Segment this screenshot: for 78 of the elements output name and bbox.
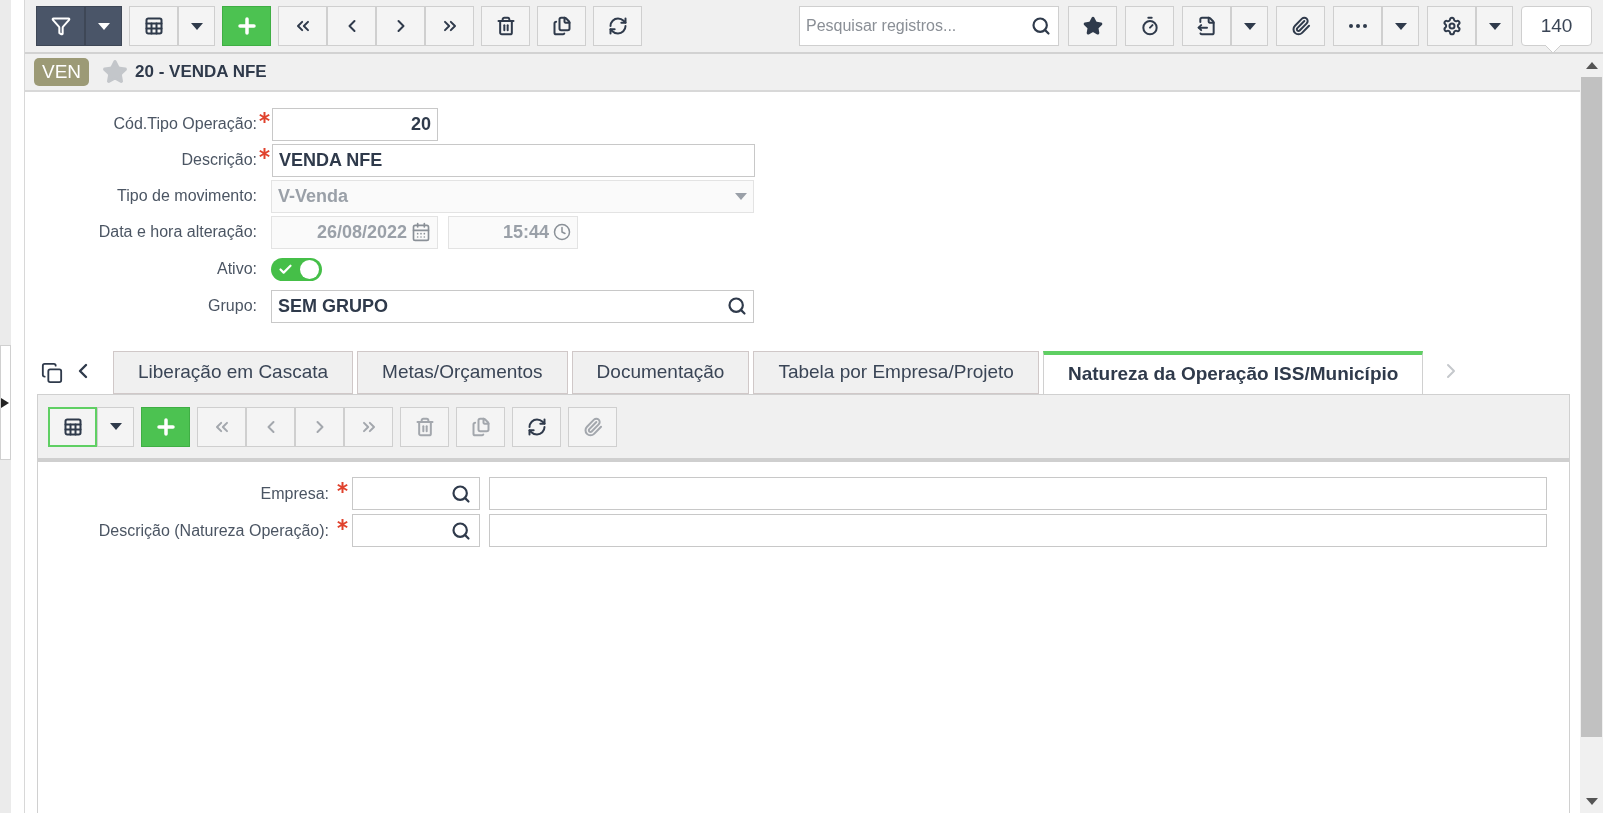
caret-icon xyxy=(109,423,122,430)
paperclip-icon xyxy=(582,416,603,437)
search-field[interactable]: Pesquisar registros... xyxy=(799,6,1059,46)
star-icon xyxy=(1082,16,1103,36)
filter-icon xyxy=(50,16,71,36)
search-icon xyxy=(727,296,747,316)
grid-icon xyxy=(143,16,164,36)
first-record-button[interactable] xyxy=(278,6,327,46)
refresh-button[interactable] xyxy=(512,406,561,447)
refresh-icon xyxy=(607,16,628,36)
active-toggle[interactable] xyxy=(271,257,322,281)
tab[interactable]: Tabela por Empresa/Projeto xyxy=(753,351,1039,394)
delete-button[interactable] xyxy=(481,6,530,46)
field-label: Tipo de movimento: xyxy=(117,186,257,206)
scroll-down-arrow-icon[interactable] xyxy=(1585,798,1598,805)
search-icon xyxy=(451,483,471,504)
lookup-description-field[interactable] xyxy=(489,514,1547,547)
record-title: 20 - VENDA NFE xyxy=(135,61,267,84)
field-label: Data e hora alteração: xyxy=(98,222,257,242)
expand-arrow-icon xyxy=(1,397,9,408)
last-record-button[interactable] xyxy=(425,6,474,46)
caret-icon xyxy=(1488,22,1501,30)
field-label: Empresa: xyxy=(260,483,329,504)
calendar-icon xyxy=(411,222,431,242)
tab[interactable]: Documentação xyxy=(571,351,750,394)
lookup-code-field[interactable] xyxy=(352,514,480,547)
add-button[interactable] xyxy=(141,406,190,447)
paperclip-icon xyxy=(1290,16,1311,36)
trash-icon xyxy=(495,16,516,36)
record-count-badge: 140 xyxy=(1521,6,1592,46)
attach-button[interactable] xyxy=(1276,6,1325,46)
caret-icon xyxy=(97,22,110,30)
settings-button[interactable] xyxy=(1427,6,1476,46)
add-button[interactable] xyxy=(222,6,271,46)
caret-icon xyxy=(735,192,747,200)
field-label: Grupo: xyxy=(208,296,257,316)
caret-icon xyxy=(1243,22,1256,30)
copy-icon xyxy=(470,416,491,437)
timer-button[interactable] xyxy=(1125,6,1174,46)
star-icon[interactable] xyxy=(102,59,129,85)
settings-icon xyxy=(1441,16,1462,36)
field-label: Cód.Tipo Operação: xyxy=(113,114,257,134)
group-field[interactable]: SEM GRUPO xyxy=(271,289,754,323)
trash-icon xyxy=(414,416,435,437)
tab[interactable]: Natureza da Operação ISS/Município xyxy=(1042,351,1424,395)
module-badge: VEN xyxy=(34,58,90,86)
caret-icon xyxy=(1394,22,1407,30)
file-export-icon xyxy=(1196,16,1217,36)
description-field[interactable]: VENDA NFE xyxy=(272,143,755,177)
search-icon xyxy=(1031,16,1051,36)
grid-view-button[interactable] xyxy=(129,6,178,46)
dropdown-button[interactable] xyxy=(85,6,122,46)
scroll-up-arrow-icon[interactable] xyxy=(1585,62,1598,69)
refresh-icon xyxy=(526,416,547,437)
copy-icon[interactable] xyxy=(41,362,63,384)
side-panel-handle[interactable] xyxy=(0,345,11,460)
grid-icon xyxy=(62,416,83,437)
duplicate-button[interactable] xyxy=(537,6,586,46)
field-label: Ativo: xyxy=(217,259,257,279)
code-field[interactable]: 20 xyxy=(272,107,438,141)
filter-button[interactable] xyxy=(36,6,85,46)
copy-icon xyxy=(551,16,572,36)
more-icon xyxy=(1348,24,1367,28)
caret-icon xyxy=(190,22,203,30)
lookup-description-field[interactable] xyxy=(489,477,1547,510)
favorite-button[interactable] xyxy=(1068,6,1117,46)
field-label: Descrição: xyxy=(181,150,257,170)
scrollbar-thumb[interactable] xyxy=(1581,77,1602,737)
lookup-code-field[interactable] xyxy=(352,477,480,510)
tab[interactable]: Metas/Orçamentos xyxy=(357,351,568,394)
tab[interactable]: Liberação em Cascata xyxy=(113,351,354,394)
export-button[interactable] xyxy=(1182,6,1231,46)
grid-view-button[interactable] xyxy=(48,406,97,447)
field-label: Descrição (Natureza Operação): xyxy=(98,520,329,541)
stopwatch-icon xyxy=(1139,16,1160,36)
clock-icon xyxy=(553,223,571,241)
search-icon xyxy=(451,520,471,541)
refresh-button[interactable] xyxy=(593,6,642,46)
